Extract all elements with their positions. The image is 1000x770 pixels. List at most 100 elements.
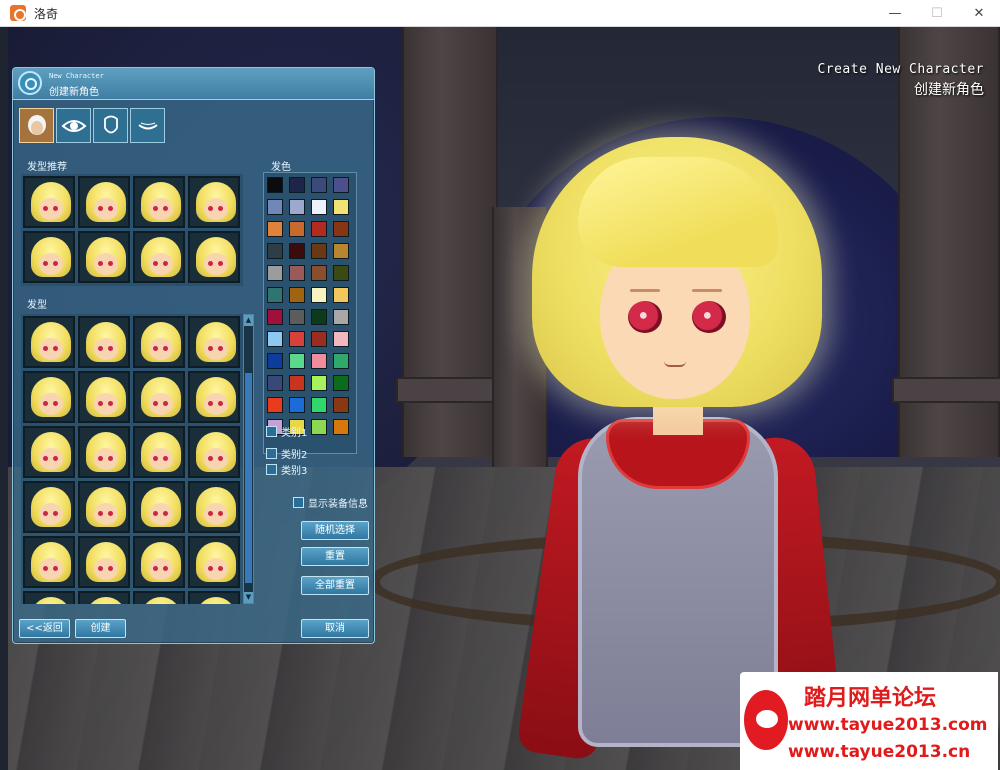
hairstyle-thumbnail[interactable] xyxy=(23,536,75,588)
hair-color-swatch[interactable] xyxy=(311,309,327,325)
hair-color-swatch[interactable] xyxy=(267,265,283,281)
cancel-button[interactable]: 取消 xyxy=(301,619,369,638)
show-equipment-checkbox[interactable] xyxy=(293,497,304,508)
hairstyle-thumbnail[interactable] xyxy=(133,316,185,368)
hairstyle-thumbnail[interactable] xyxy=(23,231,75,283)
scroll-down-icon[interactable]: ▼ xyxy=(244,592,253,603)
hair-color-swatch[interactable] xyxy=(289,221,305,237)
hair-color-swatch[interactable] xyxy=(311,199,327,215)
hairstyle-thumbnail[interactable] xyxy=(188,481,240,533)
hairstyle-thumbnail[interactable] xyxy=(133,176,185,228)
hairstyle-thumbnail[interactable] xyxy=(188,426,240,478)
close-button[interactable]: ✕ xyxy=(958,0,1000,27)
hair-color-swatch[interactable] xyxy=(289,375,305,391)
hairstyle-thumbnail[interactable] xyxy=(133,371,185,423)
hair-color-swatch[interactable] xyxy=(267,331,283,347)
hair-color-swatch[interactable] xyxy=(333,419,349,435)
hair-color-swatch[interactable] xyxy=(311,287,327,303)
hair-color-swatch[interactable] xyxy=(289,287,305,303)
hairstyle-thumbnail[interactable] xyxy=(133,536,185,588)
reset-button[interactable]: 重置 xyxy=(301,547,369,566)
hairstyle-thumbnail[interactable] xyxy=(78,176,130,228)
hair-color-swatch[interactable] xyxy=(333,265,349,281)
hairstyle-thumbnail[interactable] xyxy=(78,316,130,368)
hairstyle-thumbnail[interactable] xyxy=(188,591,240,604)
hairstyle-scrollbar[interactable]: ▲ ▼ xyxy=(243,314,254,604)
category-3-checkbox[interactable] xyxy=(266,464,277,475)
hair-color-swatch[interactable] xyxy=(333,397,349,413)
hair-color-swatch[interactable] xyxy=(333,221,349,237)
hair-color-swatch[interactable] xyxy=(267,287,283,303)
hair-color-swatch[interactable] xyxy=(289,265,305,281)
hair-color-swatch[interactable] xyxy=(311,177,327,193)
hair-color-swatch[interactable] xyxy=(289,199,305,215)
tab-mouth[interactable] xyxy=(130,108,165,143)
hair-color-swatch[interactable] xyxy=(267,309,283,325)
hair-color-swatch[interactable] xyxy=(267,397,283,413)
hairstyle-thumbnail[interactable] xyxy=(133,591,185,604)
hairstyle-thumbnail[interactable] xyxy=(188,176,240,228)
category-2-row[interactable]: 类别2 xyxy=(266,446,307,461)
hair-color-swatch[interactable] xyxy=(333,243,349,259)
show-equipment-row[interactable]: 显示装备信息 xyxy=(293,495,368,510)
hair-color-swatch[interactable] xyxy=(333,177,349,193)
hairstyle-thumbnail[interactable] xyxy=(188,231,240,283)
hair-color-swatch[interactable] xyxy=(333,375,349,391)
hair-color-swatch[interactable] xyxy=(289,331,305,347)
hair-color-swatch[interactable] xyxy=(311,265,327,281)
hairstyle-thumbnail[interactable] xyxy=(133,231,185,283)
hairstyle-thumbnail[interactable] xyxy=(23,426,75,478)
hair-color-swatch[interactable] xyxy=(333,199,349,215)
hair-color-swatch[interactable] xyxy=(267,353,283,369)
hairstyle-thumbnail[interactable] xyxy=(188,536,240,588)
hairstyle-thumbnail[interactable] xyxy=(188,316,240,368)
hairstyle-thumbnail[interactable] xyxy=(23,481,75,533)
hair-color-swatch[interactable] xyxy=(289,309,305,325)
hair-color-swatch[interactable] xyxy=(333,353,349,369)
minimize-button[interactable]: — xyxy=(874,0,916,27)
hairstyle-thumbnail[interactable] xyxy=(78,426,130,478)
hairstyle-thumbnail[interactable] xyxy=(78,231,130,283)
hair-color-swatch[interactable] xyxy=(311,331,327,347)
hair-color-swatch[interactable] xyxy=(311,243,327,259)
random-select-button[interactable]: 随机选择 xyxy=(301,521,369,540)
hair-color-swatch[interactable] xyxy=(311,419,327,435)
hairstyle-thumbnail[interactable] xyxy=(78,536,130,588)
hairstyle-thumbnail[interactable] xyxy=(133,426,185,478)
category-1-row[interactable]: 类别1 xyxy=(266,424,307,439)
category-2-checkbox[interactable] xyxy=(266,448,277,459)
hairstyle-thumbnail[interactable] xyxy=(23,591,75,604)
hairstyle-thumbnail[interactable] xyxy=(78,371,130,423)
hair-color-swatch[interactable] xyxy=(333,309,349,325)
hairstyle-thumbnail[interactable] xyxy=(188,371,240,423)
hairstyle-thumbnail[interactable] xyxy=(133,481,185,533)
hairstyle-thumbnail[interactable] xyxy=(78,591,130,604)
maximize-button[interactable]: ☐ xyxy=(916,0,958,27)
back-button[interactable]: <<返回 xyxy=(19,619,70,638)
scroll-thumb[interactable] xyxy=(245,373,252,583)
category-1-checkbox[interactable] xyxy=(266,426,277,437)
hair-color-swatch[interactable] xyxy=(267,375,283,391)
hair-color-swatch[interactable] xyxy=(311,221,327,237)
hairstyle-thumbnail[interactable] xyxy=(23,316,75,368)
hair-color-swatch[interactable] xyxy=(289,177,305,193)
hair-color-swatch[interactable] xyxy=(333,331,349,347)
category-3-row[interactable]: 类别3 xyxy=(266,462,307,477)
hairstyle-thumbnail[interactable] xyxy=(23,176,75,228)
tab-hair[interactable] xyxy=(19,108,54,143)
hair-color-swatch[interactable] xyxy=(311,397,327,413)
hair-color-swatch[interactable] xyxy=(267,221,283,237)
tab-eyes[interactable] xyxy=(56,108,91,143)
scroll-up-icon[interactable]: ▲ xyxy=(244,315,253,326)
hair-color-swatch[interactable] xyxy=(289,243,305,259)
hair-color-swatch[interactable] xyxy=(267,177,283,193)
hairstyle-thumbnail[interactable] xyxy=(23,371,75,423)
reset-all-button[interactable]: 全部重置 xyxy=(301,576,369,595)
hair-color-swatch[interactable] xyxy=(289,397,305,413)
hair-color-swatch[interactable] xyxy=(333,287,349,303)
hair-color-swatch[interactable] xyxy=(289,353,305,369)
hair-color-swatch[interactable] xyxy=(267,199,283,215)
hairstyle-thumbnail[interactable] xyxy=(78,481,130,533)
hair-color-swatch[interactable] xyxy=(267,243,283,259)
create-button[interactable]: 创建 xyxy=(75,619,126,638)
